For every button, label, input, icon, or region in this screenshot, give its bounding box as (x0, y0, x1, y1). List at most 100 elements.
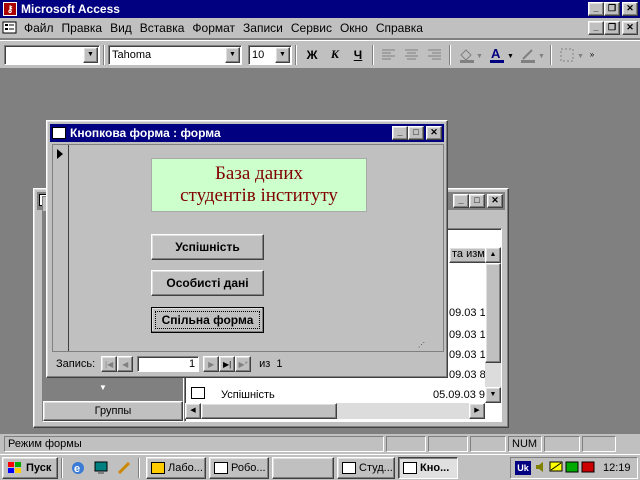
status-text: Режим формы (4, 436, 384, 452)
vertical-scrollbar[interactable]: ▲ ▼ (485, 247, 501, 403)
underline-button[interactable]: Ч (347, 44, 369, 66)
prev-record-icon[interactable]: ◀ (117, 356, 134, 372)
formatting-toolbar: ▼ Tahoma ▼ 10 ▼ Ж К Ч ▼ A ▼ ▼ ▼ » (0, 40, 640, 68)
current-record-icon (57, 149, 63, 159)
form-icon (403, 461, 417, 474)
db-maximize-button[interactable]: □ (469, 194, 485, 208)
close-button[interactable]: ✕ (622, 2, 638, 16)
task-button-students[interactable]: Студ... (337, 456, 395, 479)
form-icon (52, 127, 66, 139)
align-center-icon[interactable] (401, 44, 423, 66)
font-color-icon[interactable]: A ▼ (486, 44, 516, 66)
menu-insert[interactable]: Вставка (136, 21, 189, 35)
task-button-switchboard[interactable]: Кно... (398, 456, 458, 479)
start-button[interactable]: Пуск (2, 456, 58, 479)
menu-help[interactable]: Справка (372, 21, 427, 35)
scheduler-icon[interactable] (581, 460, 595, 477)
resize-grip-icon[interactable]: ⋰ (418, 341, 425, 349)
scroll-right-icon[interactable]: ▶ (469, 403, 485, 419)
doc-restore-button[interactable]: ❐ (604, 21, 620, 35)
performance-button[interactable]: Успішність (151, 234, 264, 260)
form-banner: База даних студентів інституту (151, 158, 367, 212)
menu-records[interactable]: Записи (239, 21, 287, 35)
access-key-icon: ⚷ (3, 2, 17, 16)
scroll-up-icon[interactable]: ▲ (485, 247, 501, 263)
scroll-thumb[interactable] (485, 263, 501, 363)
doc-minimize-button[interactable]: _ (588, 21, 604, 35)
first-record-icon[interactable]: |◀ (101, 356, 118, 372)
form-window-title-bar[interactable]: Кнопкова форма : форма _ □ ✕ (50, 124, 444, 142)
chevron-down-icon[interactable]: ▼ (225, 46, 240, 63)
new-record-icon[interactable]: ▶* (235, 356, 252, 372)
menu-file[interactable]: Файл (20, 21, 58, 35)
form-close-button[interactable]: ✕ (426, 126, 442, 140)
groups-button[interactable]: Группы (43, 401, 183, 421)
menu-tools[interactable]: Сервис (287, 21, 336, 35)
toolbar-separator (103, 44, 105, 65)
record-total: 1 (276, 358, 283, 370)
restore-button[interactable]: ❐ (604, 2, 620, 16)
form-body: База даних студентів інституту Успішніст… (52, 144, 444, 352)
last-record-icon[interactable]: ▶| (219, 356, 236, 372)
clock[interactable]: 12:19 (603, 462, 631, 474)
form-maximize-button[interactable]: □ (408, 126, 424, 140)
form-doc-icon[interactable] (2, 21, 18, 35)
chevron-down-icon[interactable]: ▼ (99, 383, 107, 392)
record-selector[interactable] (53, 145, 69, 351)
align-left-icon[interactable] (378, 44, 400, 66)
chevron-down-icon[interactable]: ▼ (275, 46, 290, 63)
menu-edit[interactable]: Правка (58, 21, 107, 35)
task-button-word[interactable]: Робо... (209, 456, 269, 479)
horizontal-scrollbar[interactable]: ◀ ▶ (185, 403, 485, 419)
italic-button[interactable]: К (324, 44, 346, 66)
menu-window[interactable]: Окно (336, 21, 372, 35)
record-number-input[interactable]: 1 (137, 356, 200, 372)
internet-explorer-icon[interactable]: e (67, 457, 89, 479)
banner-line-2: студентів інституту (180, 185, 338, 206)
scroll-thumb[interactable] (201, 403, 337, 419)
minimize-button[interactable]: _ (588, 2, 604, 16)
date-cell: 09.03 8: (449, 369, 489, 381)
bold-button[interactable]: Ж (301, 44, 323, 66)
font-size-combo[interactable]: 10 ▼ (248, 44, 292, 65)
form-window[interactable]: Кнопкова форма : форма _ □ ✕ База даних … (46, 120, 448, 378)
app-title-bar[interactable]: ⚷ Microsoft Access _ ❐ ✕ (0, 0, 640, 18)
speaker-icon[interactable] (535, 461, 547, 476)
fill-color-icon[interactable]: ▼ (455, 44, 485, 66)
record-of-label: из (259, 358, 271, 370)
menu-view[interactable]: Вид (106, 21, 136, 35)
language-indicator[interactable]: Uk (515, 461, 531, 475)
common-form-button[interactable]: Спільна форма (151, 307, 264, 333)
font-combo[interactable]: Tahoma ▼ (108, 44, 242, 65)
scroll-down-icon[interactable]: ▼ (485, 387, 501, 403)
record-label: Запись: (56, 358, 96, 370)
form-minimize-button[interactable]: _ (392, 126, 408, 140)
menu-format[interactable]: Формат (188, 21, 239, 35)
object-combo[interactable]: ▼ (4, 44, 100, 65)
db-close-button[interactable]: ✕ (487, 194, 503, 208)
record-navigator: Запись: |◀ ◀ 1 ▶ ▶| ▶* из 1 (52, 354, 444, 374)
task-button-empty[interactable] (272, 456, 334, 479)
border-width-icon[interactable]: ▼ (556, 44, 586, 66)
desktop-icon[interactable] (90, 457, 112, 479)
pencil-icon[interactable] (113, 457, 135, 479)
scroll-left-icon[interactable]: ◀ (185, 403, 201, 419)
network-icon[interactable] (549, 460, 563, 477)
line-color-icon[interactable]: ▼ (517, 44, 547, 66)
doc-close-button[interactable]: ✕ (622, 21, 638, 35)
tray-app-icon[interactable] (565, 460, 579, 477)
toolbar-more-icon[interactable]: » (587, 44, 597, 66)
chevron-down-icon[interactable]: ▼ (83, 46, 98, 63)
align-right-icon[interactable] (424, 44, 446, 66)
task-button-folder[interactable]: Лабо... (146, 456, 206, 479)
toolbar-separator (372, 44, 374, 65)
num-lock-indicator: NUM (508, 436, 542, 452)
personal-data-button[interactable]: Особисті дані (151, 270, 264, 296)
db-minimize-button[interactable]: _ (453, 194, 469, 208)
next-record-icon[interactable]: ▶ (203, 356, 220, 372)
font-value: Tahoma (112, 48, 152, 61)
list-item-name[interactable]: Успішність (221, 389, 275, 401)
word-doc-icon (214, 461, 228, 474)
menu-bar: Файл Правка Вид Вставка Формат Записи Се… (0, 18, 640, 38)
form-window-title: Кнопкова форма : форма (70, 126, 221, 140)
